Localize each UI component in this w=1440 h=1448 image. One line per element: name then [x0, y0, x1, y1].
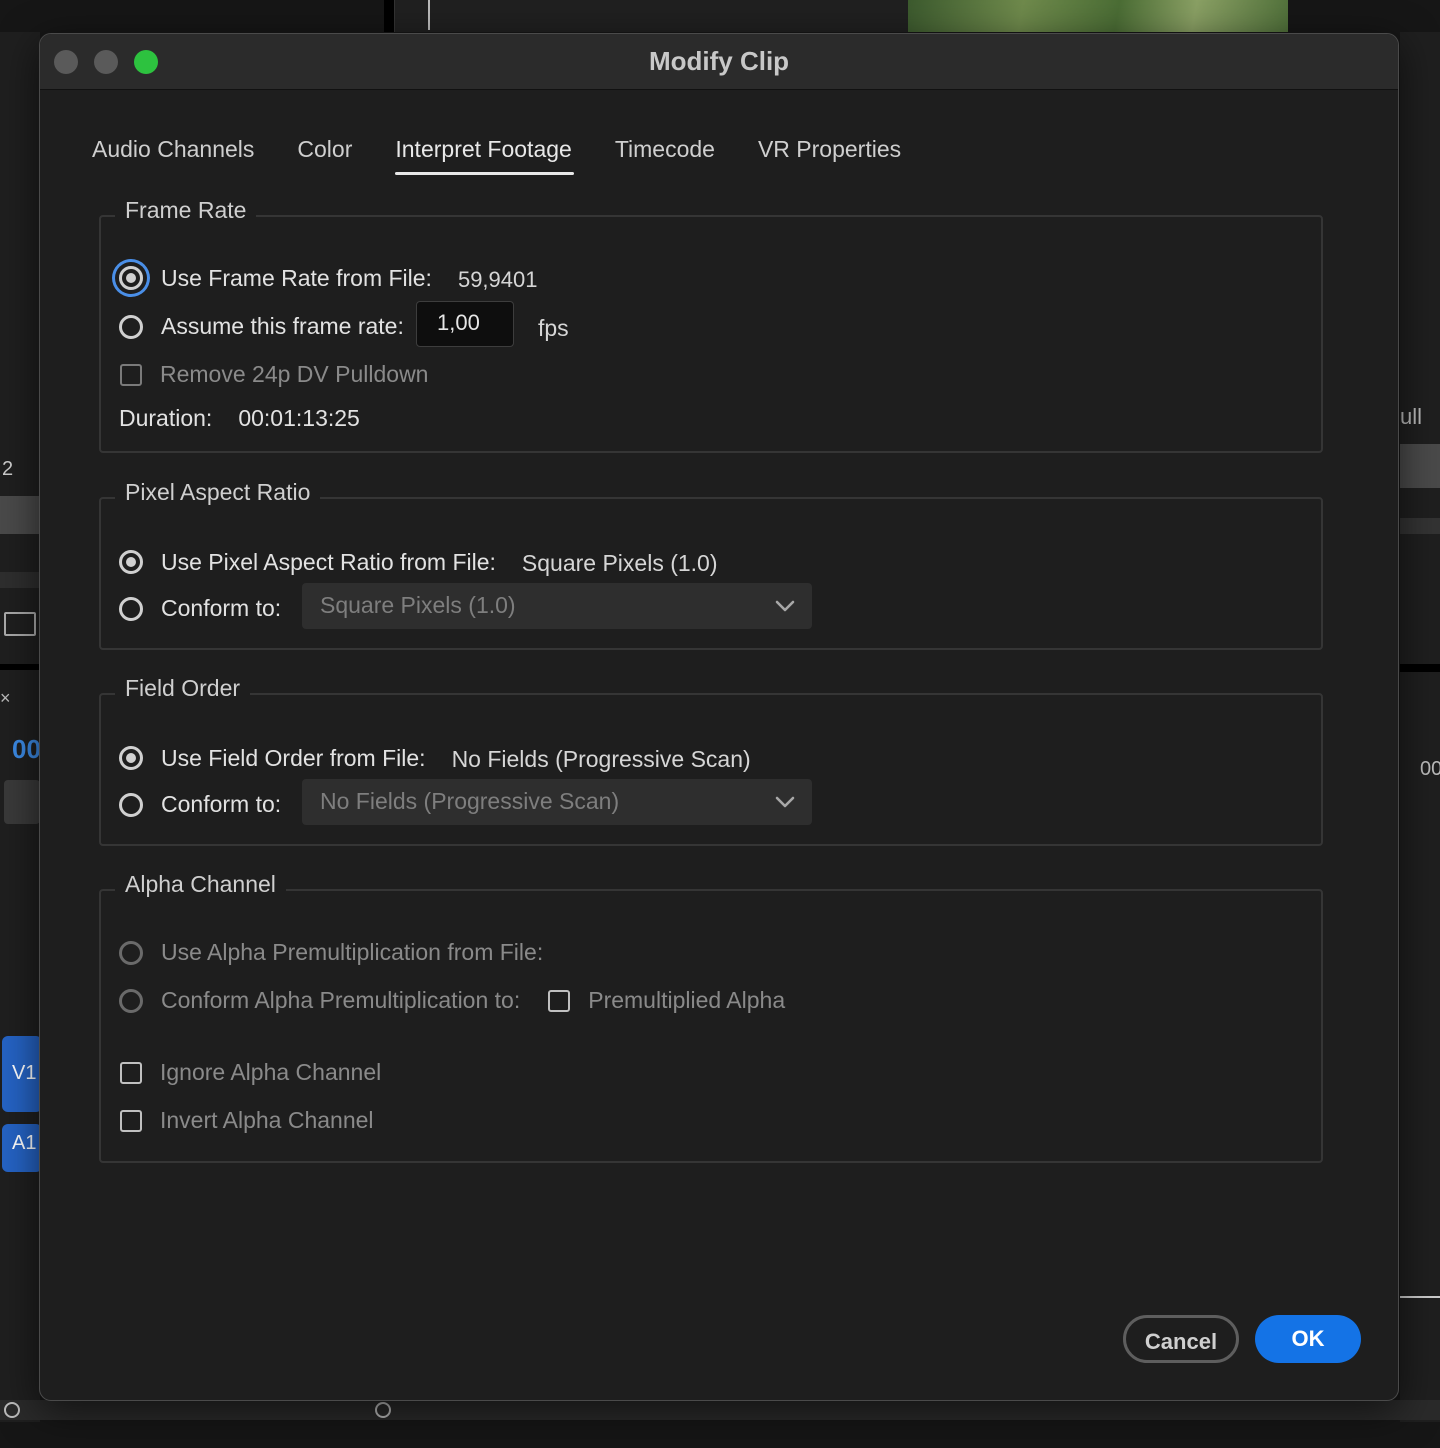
title-bar: Modify Clip	[40, 34, 1398, 90]
par-conform-row: Conform to:	[119, 595, 281, 622]
tab-color[interactable]: Color	[297, 136, 352, 171]
bg-zoom-handle-right	[375, 1402, 391, 1418]
bg-separator	[0, 664, 40, 670]
bg-left-scroll	[0, 572, 40, 588]
frame-rate-from-file-label: Use Frame Rate from File:	[161, 264, 432, 291]
invert-alpha-label: Invert Alpha Channel	[160, 1107, 374, 1133]
chevron-down-icon	[775, 796, 795, 808]
modify-clip-dialog: Modify Clip Audio Channels Color Interpr…	[39, 33, 1399, 1401]
bg-track-a1: A1	[2, 1124, 42, 1172]
bg-right-line	[1400, 1296, 1440, 1298]
field-order-from-file-value: No Fields (Progressive Scan)	[451, 746, 751, 772]
bg-left-number: 2	[2, 458, 14, 480]
premultiplied-alpha-label: Premultiplied Alpha	[588, 987, 786, 1013]
tab-bar: Audio Channels Color Interpret Footage T…	[92, 136, 944, 175]
ignore-alpha-row: Ignore Alpha Channel	[120, 1059, 381, 1086]
duration-label: Duration:	[119, 405, 213, 431]
dialog-title: Modify Clip	[648, 46, 790, 76]
invert-alpha-checkbox[interactable]	[120, 1109, 142, 1132]
ok-button[interactable]: OK	[1255, 1315, 1361, 1363]
field-order-conform-select[interactable]: No Fields (Progressive Scan)	[302, 779, 812, 825]
par-from-file-label: Use Pixel Aspect Ratio from File:	[161, 548, 496, 575]
tab-vr-properties[interactable]: VR Properties	[758, 136, 901, 171]
duration-value: 00:01:13:25	[238, 405, 360, 431]
par-from-file-row: Use Pixel Aspect Ratio from File: Square…	[119, 547, 718, 577]
bg-close-icon: ×	[0, 688, 11, 708]
field-order-from-file-label: Use Field Order from File:	[161, 744, 426, 771]
assume-frame-rate-radio[interactable]	[119, 314, 143, 339]
bg-timecode: 00	[12, 734, 41, 764]
frame-rate-from-file-row: Use Frame Rate from File: 59,9401	[119, 263, 537, 293]
frame-rate-from-file-radio[interactable]	[119, 266, 143, 290]
bg-right-scroll	[1400, 518, 1440, 534]
assume-frame-rate-input[interactable]: 1,00	[416, 301, 514, 347]
par-conform-radio[interactable]	[119, 596, 143, 621]
ignore-alpha-label: Ignore Alpha Channel	[160, 1059, 382, 1085]
field-order-from-file-row: Use Field Order from File: No Fields (Pr…	[119, 743, 751, 773]
bg-zoom-scrollbar	[0, 1400, 1440, 1420]
bg-right-scrub	[1400, 444, 1440, 488]
field-order-conform-label: Conform to:	[161, 791, 282, 817]
field-order-conform-selected: No Fields (Progressive Scan)	[320, 788, 620, 814]
tab-audio-channels[interactable]: Audio Channels	[92, 136, 254, 171]
bg-video-thumbnail	[908, 0, 1288, 32]
pulldown-row: Remove 24p DV Pulldown	[120, 361, 428, 388]
bg-export-frame-icon	[4, 612, 36, 636]
chevron-down-icon	[775, 600, 795, 612]
frame-rate-heading: Frame Rate	[115, 197, 257, 224]
alpha-premult-from-file-label: Use Alpha Premultiplication from File:	[161, 939, 544, 965]
remove-pulldown-checkbox[interactable]	[120, 363, 142, 386]
alpha-premult-conform-label: Conform Alpha Premultiplication to:	[161, 987, 521, 1013]
bg-track-v1: V1	[2, 1036, 42, 1112]
alpha-premult-from-file-radio[interactable]	[119, 940, 143, 965]
bg-playhead-tick	[428, 0, 430, 30]
field-order-conform-radio[interactable]	[119, 792, 143, 817]
tab-timecode[interactable]: Timecode	[615, 136, 715, 171]
bg-separator	[1400, 664, 1440, 672]
pixel-aspect-heading: Pixel Aspect Ratio	[115, 479, 321, 506]
alpha-channel-heading: Alpha Channel	[115, 871, 286, 898]
field-order-from-file-radio[interactable]	[119, 746, 143, 770]
assume-frame-rate-row: Assume this frame rate:	[119, 313, 404, 340]
bg-divider	[384, 0, 394, 32]
fps-unit-row: fps	[538, 315, 569, 342]
bg-left-scrub	[0, 496, 40, 534]
remove-pulldown-label: Remove 24p DV Pulldown	[160, 361, 429, 387]
bg-right-panel	[1400, 32, 1440, 1422]
invert-alpha-row: Invert Alpha Channel	[120, 1107, 374, 1134]
field-order-conform-row: Conform to:	[119, 791, 281, 818]
bg-left-panel	[0, 32, 40, 1422]
bg-zoom-handle-left	[4, 1402, 20, 1418]
duration-row: Duration: 00:01:13:25	[119, 405, 360, 432]
par-conform-selected: Square Pixels (1.0)	[320, 592, 516, 618]
frame-rate-from-file-value: 59,9401	[457, 267, 538, 292]
ignore-alpha-checkbox[interactable]	[120, 1061, 142, 1084]
alpha-premult-conform-row: Conform Alpha Premultiplication to: Prem…	[119, 987, 785, 1014]
premultiplied-alpha-checkbox[interactable]	[548, 989, 571, 1012]
alpha-premult-from-file-row: Use Alpha Premultiplication from File:	[119, 939, 543, 966]
par-conform-select[interactable]: Square Pixels (1.0)	[302, 583, 812, 629]
fps-unit-label: fps	[538, 315, 569, 341]
field-order-heading: Field Order	[115, 675, 251, 702]
par-from-file-value: Square Pixels (1.0)	[521, 550, 718, 576]
par-conform-label: Conform to:	[161, 595, 282, 621]
bg-right-timecode: 00	[1420, 758, 1440, 780]
bg-right-label: ull	[1400, 404, 1423, 429]
bg-snap-tool-icon	[4, 780, 40, 824]
tab-interpret-footage[interactable]: Interpret Footage	[395, 136, 575, 175]
par-from-file-radio[interactable]	[119, 550, 143, 574]
assume-frame-rate-label: Assume this frame rate:	[161, 313, 404, 339]
alpha-premult-conform-radio[interactable]	[119, 988, 143, 1013]
bg-timeline-ruler	[394, 0, 908, 32]
cancel-button[interactable]: Cancel	[1123, 1315, 1239, 1363]
